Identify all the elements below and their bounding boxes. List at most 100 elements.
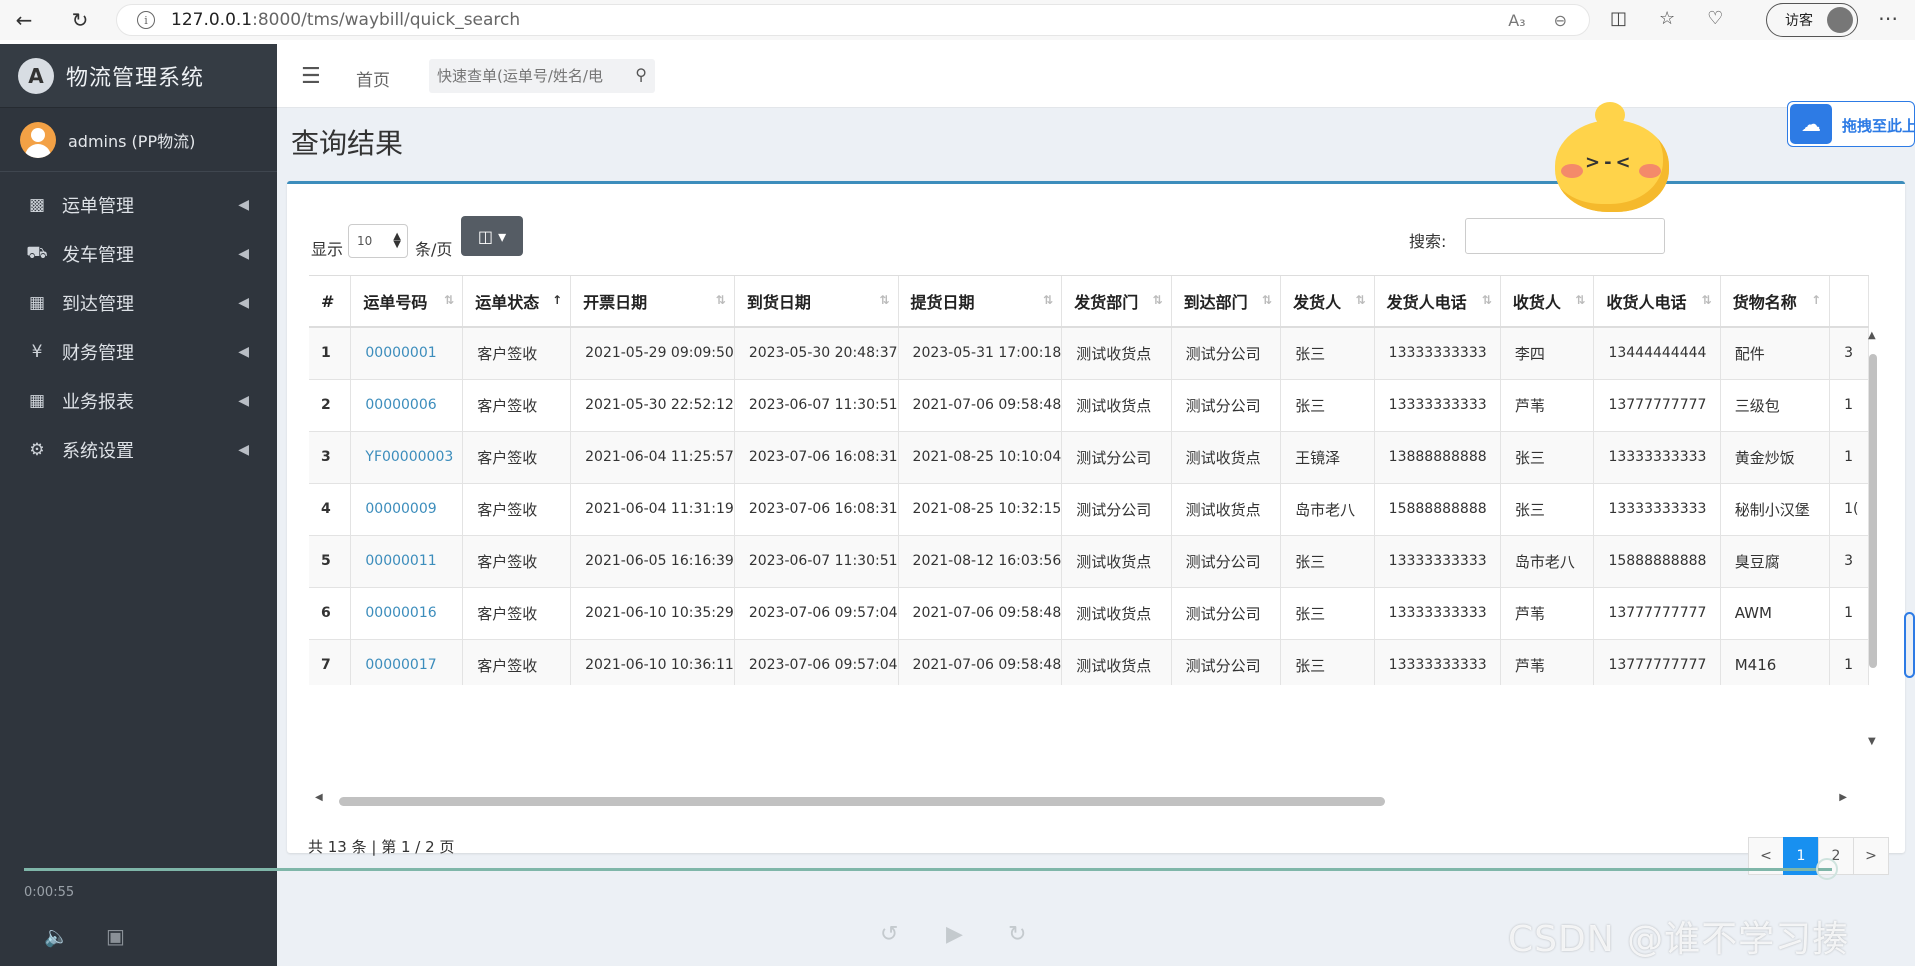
table-header-row: # 运单号码 ⇅ 运单状态 ↑ 开票日期 ⇅ 到货日期 ⇅ 提货日期 ⇅ 发货部门 ⇅ 到达…: [309, 276, 1869, 328]
menu-toggle-icon[interactable]: ☰: [301, 64, 321, 89]
table-cell: 2023-07-06 16:08:31: [734, 483, 899, 536]
table-cell: 13777777777: [1593, 587, 1721, 640]
column-header[interactable]: 收货人电话 ⇅: [1593, 276, 1721, 328]
captions-icon[interactable]: ▣: [106, 924, 125, 948]
horizontal-scrollbar[interactable]: ◀ ▶: [309, 792, 1869, 808]
table-cell: 15888888888: [1374, 483, 1501, 536]
sort-icon: ⇅: [1701, 293, 1712, 307]
search-icon[interactable]: ⚲: [635, 65, 647, 84]
column-header[interactable]: 运单号码 ⇅: [350, 276, 464, 328]
vertical-scrollbar[interactable]: ▲ ▼: [1867, 330, 1879, 760]
gear-icon: ⚙: [29, 439, 45, 460]
column-header[interactable]: 货物名称 ↑: [1720, 276, 1831, 328]
watermark: CSDN @谁不学习揍谁！: [1508, 919, 1850, 960]
play-icon[interactable]: ▶: [946, 922, 963, 947]
favorites-icon[interactable]: ☆: [1659, 8, 1675, 29]
column-header[interactable]: 发货人 ⇅: [1280, 276, 1375, 328]
waybill-link[interactable]: 00000006: [350, 379, 464, 432]
chevron-left-icon: ◀: [238, 392, 249, 409]
split-screen-icon[interactable]: ◫: [1610, 8, 1627, 29]
table-cell: 李四: [1500, 327, 1595, 380]
scroll-left-icon: ◀: [315, 792, 323, 803]
column-header[interactable]: 到达部门 ⇅: [1171, 276, 1282, 328]
column-header[interactable]: #: [309, 276, 352, 328]
browser-essentials-icon[interactable]: ♡: [1707, 8, 1723, 29]
player-time: 0:00:55: [24, 885, 75, 900]
video-progress-bar[interactable]: [24, 868, 1832, 871]
more-menu-icon[interactable]: ⋯: [1878, 6, 1898, 30]
mascot-chick: >-<: [1547, 102, 1677, 212]
table-row[interactable]: 2 00000006 客户签收 2021-05-30 22:52:12 2023-06-…: [309, 379, 1869, 432]
column-header[interactable]: 发货部门 ⇅: [1061, 276, 1172, 328]
sidebar-item-reports[interactable]: ▦ 业务报表 ◀: [0, 376, 277, 425]
scrollbar-thumb[interactable]: [339, 797, 1385, 806]
columns-toggle-button[interactable]: ◫ ▾: [461, 216, 523, 256]
volume-icon[interactable]: 🔈: [44, 924, 69, 948]
table-row[interactable]: 7 00000017 客户签收 2021-06-10 10:36:11 2023-07-…: [309, 639, 1869, 685]
sidebar-item-dispatch[interactable]: ⛟ 发车管理 ◀: [0, 229, 277, 278]
table-cell: 客户签收: [462, 587, 572, 640]
results-table-container: # 运单号码 ⇅ 运单状态 ↑ 开票日期 ⇅ 到货日期 ⇅ 提货日期 ⇅ 发货部门 ⇅ 到达…: [309, 275, 1869, 685]
home-link[interactable]: 首页: [356, 66, 390, 91]
column-header[interactable]: 开票日期 ⇅: [570, 276, 735, 328]
page-scroll-indicator[interactable]: [1904, 612, 1915, 678]
rewind-icon[interactable]: ↺: [880, 922, 898, 947]
profile-button[interactable]: 访客: [1766, 3, 1858, 37]
sidebar-item-settings[interactable]: ⚙ 系统设置 ◀: [0, 425, 277, 474]
drag-upload-widget[interactable]: ☁ 拖拽至此上: [1787, 101, 1915, 147]
table-search-input[interactable]: [1465, 218, 1665, 254]
zoom-icon[interactable]: ⊖: [1554, 11, 1567, 30]
content-area: ☰ 首页 ⚲ 查询结果 ☁ 拖拽至此上 显示 10 ▲▼ 条/页 ◫ ▾ 搜索:: [277, 44, 1915, 966]
table-row[interactable]: 1 00000001 客户签收 2021-05-29 09:09:50 2023-05-…: [309, 327, 1869, 380]
waybill-link[interactable]: YF00000003: [350, 431, 464, 484]
waybill-link[interactable]: 00000016: [350, 587, 464, 640]
next-page-button[interactable]: >: [1853, 837, 1889, 875]
column-header[interactable]: 收货人 ⇅: [1500, 276, 1595, 328]
column-header[interactable]: 发货人电话 ⇅: [1374, 276, 1501, 328]
sidebar-item-waybill[interactable]: ▩ 运单管理 ◀: [0, 180, 277, 229]
table-cell: 黄金炒饭: [1720, 431, 1831, 484]
table-cell: 芦苇: [1500, 639, 1595, 685]
table-cell: 2023-06-07 11:30:51: [734, 535, 899, 588]
site-info-icon[interactable]: i: [137, 11, 155, 29]
scroll-right-icon: ▶: [1839, 792, 1847, 803]
sidebar-item-arrival[interactable]: ▦ 到达管理 ◀: [0, 278, 277, 327]
waybill-link[interactable]: 00000001: [350, 327, 464, 380]
table-row[interactable]: 5 00000011 客户签收 2021-06-05 16:16:39 2023-06-…: [309, 535, 1869, 588]
user-panel[interactable]: admins (PP物流): [0, 108, 277, 172]
brand-title: 物流管理系统: [66, 65, 205, 91]
column-header[interactable]: 到货日期 ⇅: [734, 276, 899, 328]
profile-avatar-icon: [1827, 7, 1853, 33]
table-cell: 王镜泽: [1280, 431, 1375, 484]
table-cell: 测试分公司: [1171, 327, 1282, 380]
video-progress-knob[interactable]: [1816, 858, 1838, 880]
table-cell: 6: [309, 587, 352, 640]
table-cell: 测试分公司: [1061, 483, 1172, 536]
column-header[interactable]: 运单状态 ↑: [462, 276, 572, 328]
sidebar: A 物流管理系统 admins (PP物流) ▩ 运单管理 ◀ ⛟ 发车管理 ◀…: [0, 44, 277, 966]
waybill-link[interactable]: 00000009: [350, 483, 464, 536]
reload-icon[interactable]: ↻: [60, 0, 100, 40]
back-icon[interactable]: ←: [4, 0, 44, 40]
sidebar-item-finance[interactable]: ¥ 财务管理 ◀: [0, 327, 277, 376]
sort-icon: ⇅: [1043, 293, 1054, 307]
brand[interactable]: A 物流管理系统: [0, 44, 277, 108]
table-cell: 2021-07-06 09:58:48: [898, 639, 1063, 685]
table-cell: 1(: [1829, 483, 1869, 536]
read-aloud-icon[interactable]: A₃: [1508, 11, 1525, 30]
table-row[interactable]: 3 YF00000003 客户签收 2021-06-04 11:25:57 2023-0…: [309, 431, 1869, 484]
column-header[interactable]: [1829, 276, 1869, 328]
url-path: :8000/tms/waybill/quick_search: [252, 10, 521, 30]
page-size-select[interactable]: 10 ▲ ▼: [348, 224, 408, 258]
table-row[interactable]: 4 00000009 客户签收 2021-06-04 11:31:19 2023-07-…: [309, 483, 1869, 536]
waybill-link[interactable]: 00000017: [350, 639, 464, 685]
address-bar[interactable]: i 127.0.0.1:8000/tms/waybill/quick_searc…: [116, 4, 1590, 36]
forward-icon[interactable]: ↻: [1008, 922, 1026, 947]
waybill-link[interactable]: 00000011: [350, 535, 464, 588]
scrollbar-thumb[interactable]: [1869, 354, 1877, 668]
column-header[interactable]: 提货日期 ⇅: [898, 276, 1063, 328]
table-cell: 客户签收: [462, 535, 572, 588]
quick-search-input[interactable]: [429, 59, 619, 93]
table-row[interactable]: 6 00000016 客户签收 2021-06-10 10:35:29 2023-07-…: [309, 587, 1869, 640]
table-cell: 客户签收: [462, 483, 572, 536]
